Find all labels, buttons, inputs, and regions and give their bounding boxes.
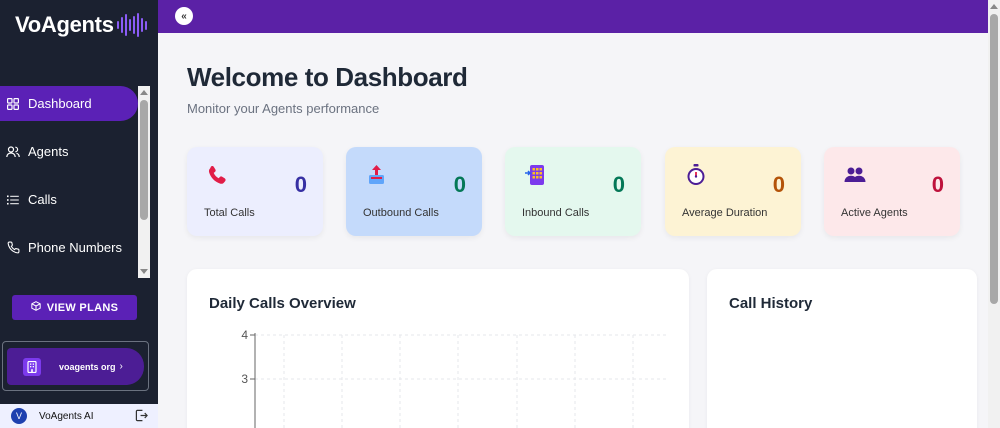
people-icon xyxy=(843,163,867,187)
org-switcher-frame: voagents org › xyxy=(2,341,149,391)
user-name: VoAgents AI xyxy=(39,410,94,422)
outbound-upload-icon xyxy=(365,163,389,187)
sidebar-item-label: Calls xyxy=(28,192,57,207)
view-plans-label: VIEW PLANS xyxy=(46,301,119,314)
org-switcher[interactable]: voagents org › xyxy=(7,348,144,385)
soundwave-icon xyxy=(116,12,147,38)
scroll-down-icon[interactable] xyxy=(140,269,148,274)
view-plans-button[interactable]: VIEW PLANS xyxy=(12,295,137,320)
sidebar-item-phone-numbers[interactable]: Phone Numbers xyxy=(0,230,138,265)
brand-logo[interactable]: VoAgents xyxy=(15,12,147,38)
stat-card-average-duration[interactable]: 0 Average Duration xyxy=(665,147,801,236)
stat-card-active-agents[interactable]: 0 Active Agents xyxy=(824,147,960,236)
scroll-up-icon[interactable] xyxy=(990,4,998,9)
sidebar: VoAgents Dashboard Agents Calls Phone Nu… xyxy=(0,0,158,428)
collapse-sidebar-button[interactable]: « xyxy=(175,7,193,25)
sidebar-item-calls[interactable]: Calls xyxy=(0,182,138,217)
list-icon xyxy=(6,193,20,207)
logout-icon[interactable] xyxy=(135,409,148,427)
sidebar-scrollbar[interactable] xyxy=(138,86,150,278)
y-tick-label: 3 xyxy=(241,372,248,386)
call-history-panel: Call History xyxy=(707,269,977,428)
page-scrollbar[interactable] xyxy=(988,0,1000,428)
page-subtitle: Monitor your Agents performance xyxy=(187,101,380,116)
cube-icon xyxy=(31,301,41,314)
sidebar-item-label: Phone Numbers xyxy=(28,240,122,255)
page-scroll-thumb[interactable] xyxy=(990,14,998,304)
sidebar-scroll-thumb[interactable] xyxy=(140,100,148,220)
building-icon xyxy=(23,357,41,376)
double-chevron-left-icon: « xyxy=(181,10,187,22)
stat-label: Total Calls xyxy=(204,207,255,219)
sidebar-item-label: Agents xyxy=(28,144,69,159)
user-bar: V VoAgents AI xyxy=(0,404,158,428)
sidebar-item-label: Dashboard xyxy=(28,96,92,111)
stat-card-outbound-calls[interactable]: 0 Outbound Calls xyxy=(346,147,482,236)
users-icon xyxy=(6,145,20,159)
stat-value: 0 xyxy=(772,172,785,197)
grid-icon xyxy=(6,97,20,111)
org-name: voagents org xyxy=(59,361,116,372)
daily-calls-title: Daily Calls Overview xyxy=(209,295,356,312)
stat-label: Average Duration xyxy=(682,207,768,219)
stat-value: 0 xyxy=(294,172,307,197)
avatar[interactable]: V xyxy=(11,408,27,424)
stopwatch-icon xyxy=(684,163,708,187)
stat-card-total-calls[interactable]: 0 Total Calls xyxy=(187,147,323,236)
phone-handset-icon xyxy=(206,163,230,187)
call-history-title: Call History xyxy=(729,295,813,312)
brand-name: VoAgents xyxy=(15,12,114,37)
phone-icon xyxy=(6,241,20,255)
top-bar: « xyxy=(158,0,988,33)
sidebar-item-dashboard[interactable]: Dashboard xyxy=(0,86,138,121)
stat-value: 0 xyxy=(931,172,944,197)
sidebar-item-agents[interactable]: Agents xyxy=(0,134,138,169)
sidebar-nav: Dashboard Agents Calls Phone Numbers xyxy=(0,86,138,278)
page-title: Welcome to Dashboard xyxy=(187,62,468,92)
stat-value: 0 xyxy=(453,172,466,197)
stat-label: Active Agents xyxy=(841,207,908,219)
mobile-keypad-icon xyxy=(524,163,548,187)
scroll-up-icon[interactable] xyxy=(140,90,148,95)
stat-value: 0 xyxy=(612,172,625,197)
stat-label: Outbound Calls xyxy=(363,207,439,219)
stat-label: Inbound Calls xyxy=(522,207,590,219)
chevron-right-icon: › xyxy=(119,361,123,372)
y-tick-label: 4 xyxy=(241,328,248,342)
stat-card-inbound-calls[interactable]: 0 Inbound Calls xyxy=(505,147,641,236)
daily-calls-chart: 43 xyxy=(241,328,668,428)
